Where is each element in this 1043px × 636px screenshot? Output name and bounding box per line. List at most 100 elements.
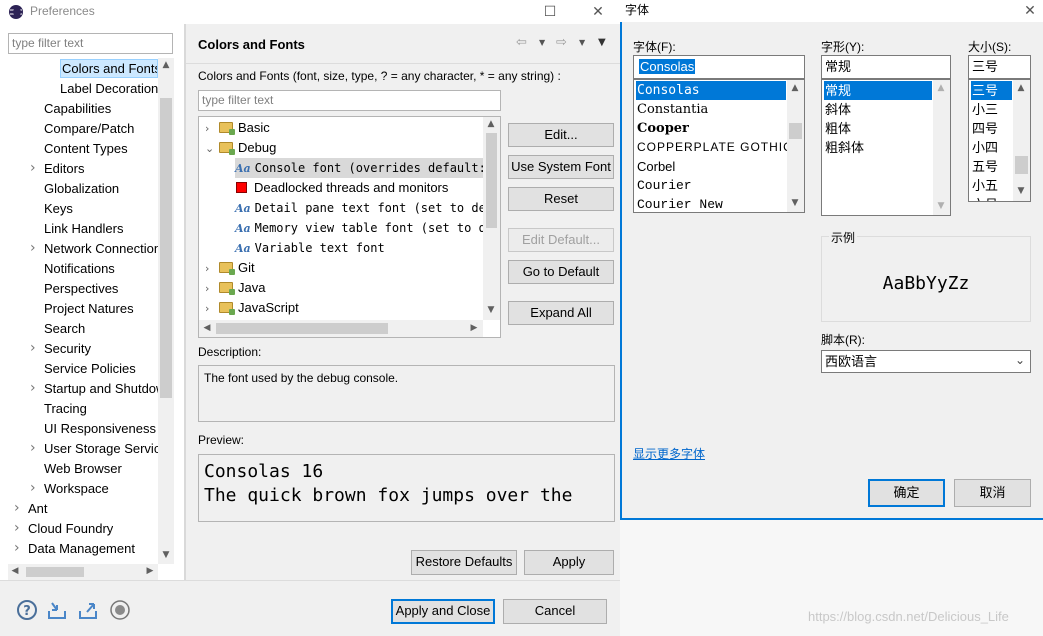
tree-filter-input[interactable]: type filter text [198,90,501,111]
tree-row[interactable]: Aa Console font (overrides default: [235,158,486,178]
font-cancel-button[interactable]: 取消 [954,479,1031,507]
sidebar-vscrollbar[interactable]: ▲ ▼ [158,58,174,564]
font-family-option[interactable]: Corbel [636,157,786,176]
font-size-option[interactable]: 小四 [971,138,1012,157]
sidebar-item[interactable]: Workspace [44,479,109,498]
sidebar-item[interactable]: Link Handlers [44,219,124,238]
expand-chevron-icon[interactable]: › [30,379,36,398]
tree-scroll-right-icon[interactable]: ▶ [467,323,481,333]
cancel-button[interactable]: Cancel [503,599,607,624]
sidebar-item[interactable]: Tracing [44,399,87,418]
filter-input[interactable]: type filter text [8,33,173,54]
sidebar-item[interactable]: Startup and Shutdown [44,379,158,398]
scroll-right-icon[interactable]: ▶ [143,566,157,576]
sidebar-item[interactable]: UI Responsiveness [44,419,156,438]
tree-hscrollbar[interactable]: ◀ ▶ [199,320,483,337]
more-fonts-link[interactable]: 显示更多字体 [633,445,705,462]
style-list-down-icon[interactable]: ▼ [934,201,948,211]
font-family-input[interactable]: Consolas [633,55,805,79]
style-list-up-icon[interactable]: ▲ [934,83,948,93]
tree-scroll-up-icon[interactable]: ▲ [484,119,498,129]
chevron-right-icon[interactable]: › [205,119,219,139]
expand-chevron-icon[interactable]: › [14,499,20,518]
forward-icon[interactable]: ⇨ [556,35,567,50]
font-size-option[interactable]: 小五 [971,176,1012,195]
size-list-down-icon[interactable]: ▼ [1014,186,1028,196]
expand-chevron-icon[interactable]: › [14,539,20,558]
import-icon[interactable] [46,599,68,621]
tree-row[interactable]: Aa Memory view table font (set to de [235,218,493,238]
view-menu-icon[interactable]: ▼ [598,37,606,48]
expand-chevron-icon[interactable]: › [30,439,36,458]
preferences-titlebar[interactable]: Preferences ☐ ✕ [0,0,620,24]
sidebar-item[interactable]: Notifications [44,259,115,278]
sidebar-hscrollbar[interactable]: ◀ ▶ [8,564,158,580]
tree-row[interactable]: › JavaScript [205,298,299,318]
apply-and-close-button[interactable]: Apply and Close [391,599,495,624]
tree-row[interactable]: ⌄ Debug [205,138,276,158]
scroll-up-icon[interactable]: ▲ [159,60,173,70]
sidebar-item[interactable]: Perspectives [44,279,118,298]
tree-row[interactable]: › Java [205,278,265,298]
font-family-option[interactable]: COPPERPLATE GOTHIC [636,138,792,157]
sidebar-item[interactable]: Globalization [44,179,119,198]
help-icon[interactable]: ? [16,599,38,621]
sidebar-item[interactable]: Search [44,319,85,338]
font-style-option[interactable]: 斜体 [824,100,932,119]
scroll-down-icon[interactable]: ▼ [159,550,173,560]
sidebar-item[interactable]: Cloud Foundry [28,519,113,538]
font-style-option[interactable]: 常规 [824,81,932,100]
script-select[interactable]: 西欧语言 ⌄ [821,350,1031,373]
export-icon[interactable] [77,599,99,621]
font-family-option[interactable]: Constantia [636,100,786,119]
chevron-down-icon[interactable]: ⌄ [205,139,219,159]
chevron-right-icon[interactable]: › [205,259,219,279]
font-list-up-icon[interactable]: ▲ [788,83,802,93]
tree-row[interactable]: Deadlocked threads and monitors [235,178,448,198]
use-system-font-button[interactable]: Use System Font [508,155,614,179]
font-style-list[interactable]: 常规 斜体 粗体 粗斜体 ▲ ▼ [821,79,951,216]
sidebar-item[interactable]: Network Connections [44,239,158,258]
font-dialog-close-icon[interactable]: ✕ [1016,0,1043,22]
back-menu-icon[interactable]: ▼ [539,38,545,47]
font-size-input[interactable]: 三号 [968,55,1031,79]
font-style-option[interactable]: 粗斜体 [824,138,932,157]
sidebar-item[interactable]: Compare/Patch [44,119,134,138]
size-list-thumb[interactable] [1015,156,1028,174]
font-list-thumb[interactable] [789,123,802,139]
font-family-option[interactable]: Courier [636,176,786,195]
expand-chevron-icon[interactable]: › [14,519,20,538]
tree-row[interactable]: › Basic [205,118,270,138]
sash[interactable] [184,24,186,580]
scroll-left-icon[interactable]: ◀ [8,566,22,576]
sidebar-item[interactable]: Ant [28,499,48,518]
record-icon[interactable] [109,599,131,621]
font-size-list[interactable]: 三号小三四号小四五号小五六号 ▲ ▼ [968,79,1031,202]
font-size-option[interactable]: 四号 [971,119,1012,138]
sidebar-item[interactable]: User Storage Service [44,439,158,458]
tree-row[interactable]: › Git [205,258,255,278]
tree-vscroll-thumb[interactable] [486,133,497,228]
chevron-down-icon[interactable]: ⌄ [1015,353,1025,367]
apply-button[interactable]: Apply [524,550,614,575]
font-size-option[interactable]: 五号 [971,157,1012,176]
back-icon[interactable]: ⇦ [516,35,527,50]
hscroll-thumb[interactable] [26,567,84,577]
size-list-up-icon[interactable]: ▲ [1014,83,1028,93]
font-size-option[interactable]: 小三 [971,100,1012,119]
style-list-scrollbar[interactable]: ▲ ▼ [933,80,950,215]
sidebar-item[interactable]: Security [44,339,91,358]
font-family-option[interactable]: Consolas [636,81,786,100]
edit-default-button[interactable]: Edit Default... [508,228,614,252]
expand-chevron-icon[interactable]: › [30,339,36,358]
sidebar-item[interactable]: Capabilities [44,99,111,118]
chevron-right-icon[interactable]: › [205,279,219,299]
sidebar-item[interactable]: Editors [44,159,84,178]
expand-chevron-icon[interactable]: › [30,239,36,258]
restore-defaults-button[interactable]: Restore Defaults [411,550,517,575]
close-icon[interactable]: ✕ [584,1,612,23]
sidebar-item[interactable]: Label Decorations [60,79,158,98]
tree-row[interactable]: Aa Variable text font [235,238,385,258]
font-family-option[interactable]: Courier New [636,195,786,212]
tree-vscrollbar[interactable]: ▲ ▼ [483,117,500,320]
